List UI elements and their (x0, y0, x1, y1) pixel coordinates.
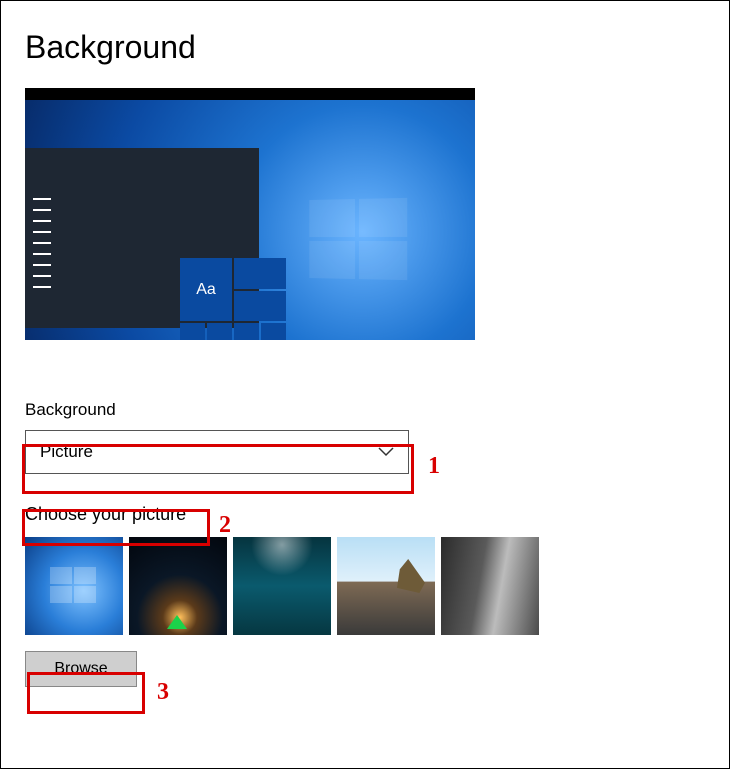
preview-tile-text: Aa (180, 258, 232, 321)
choose-picture-label: Choose your picture (25, 504, 186, 525)
picture-thumbnail-row (25, 537, 705, 635)
chevron-down-icon (378, 447, 394, 457)
background-dropdown[interactable]: Picture (25, 430, 409, 474)
preview-taskbar-items (33, 198, 51, 297)
picture-thumbnail[interactable] (337, 537, 435, 635)
preview-tiles: Aa (180, 258, 286, 340)
picture-thumbnail[interactable] (233, 537, 331, 635)
preview-start-menu: Aa (55, 148, 259, 328)
picture-thumbnail[interactable] (25, 537, 123, 635)
page-title: Background (25, 29, 705, 66)
picture-thumbnail[interactable] (441, 537, 539, 635)
background-dropdown-label: Background (25, 400, 705, 420)
background-dropdown-value: Picture (40, 442, 93, 462)
picture-thumbnail[interactable] (129, 537, 227, 635)
browse-button[interactable]: Browse (25, 651, 137, 687)
windows-logo-icon (309, 198, 407, 280)
background-preview: Aa (25, 88, 475, 340)
